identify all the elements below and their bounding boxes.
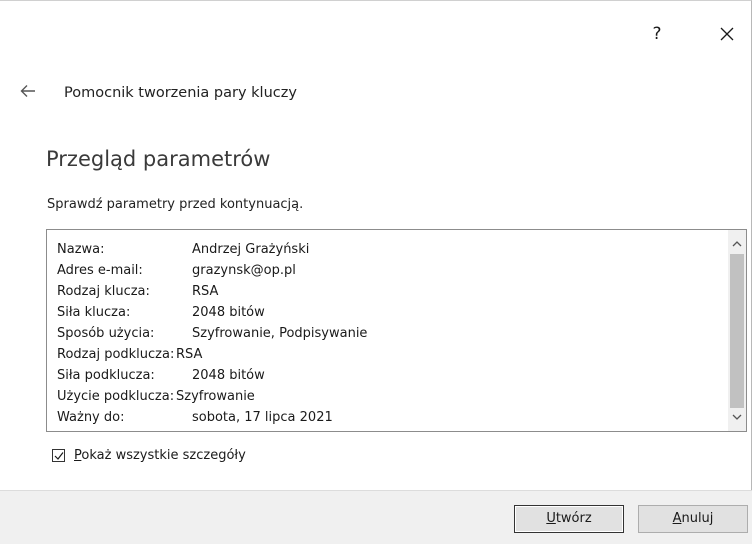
scroll-up-button[interactable] [728, 236, 746, 253]
close-button[interactable] [714, 21, 740, 47]
summary-row-key-type: Rodzaj klucza: RSA [57, 281, 716, 302]
parameters-summary-box[interactable]: Nazwa: Andrzej Grażyński Adres e-mail: g… [46, 229, 747, 432]
summary-row-name: Nazwa: Andrzej Grażyński [57, 239, 716, 260]
scrollbar-thumb[interactable] [730, 254, 744, 408]
wizard-title: Pomocnik tworzenia pary kluczy [64, 85, 297, 101]
summary-row-email: Adres e-mail: grazynsk@op.pl [57, 260, 716, 281]
summary-label: Ważny do: [57, 410, 125, 425]
accelerator-key: U [546, 511, 556, 526]
summary-value: 2048 bitów [192, 368, 265, 383]
instruction-text: Sprawdź parametry przed kontynuacją. [47, 197, 304, 212]
summary-row-subkey-type: Rodzaj podklucza: RSA [57, 344, 716, 365]
button-footer: Utwórz Anuluj [0, 490, 752, 544]
vertical-scrollbar[interactable] [728, 230, 746, 431]
summary-label: Rodzaj klucza: [57, 284, 150, 299]
summary-label: Adres e-mail: [57, 263, 143, 278]
summary-label: Rodzaj podklucza: [57, 347, 175, 362]
arrow-left-icon [20, 85, 35, 97]
create-button[interactable]: Utwórz [514, 505, 624, 533]
summary-label: Siła klucza: [57, 305, 131, 320]
label-text: okaż wszystkie szczegóły [81, 448, 246, 463]
show-details-label[interactable]: Pokaż wszystkie szczegóły [74, 448, 246, 463]
summary-value: Andrzej Grażyński [192, 242, 310, 257]
summary-value: 2048 bitów [192, 305, 265, 320]
chevron-up-icon [732, 241, 742, 247]
summary-row-key-strength: Siła klucza: 2048 bitów [57, 302, 716, 323]
summary-value: RSA [192, 284, 219, 299]
summary-row-valid-until: Ważny do: sobota, 17 lipca 2021 [57, 407, 716, 428]
chevron-down-icon [732, 414, 742, 420]
summary-rows: Nazwa: Andrzej Grażyński Adres e-mail: g… [57, 239, 716, 428]
summary-value: Szyfrowanie [176, 389, 255, 404]
summary-row-usage: Sposób użycia: Szyfrowanie, Podpisywanie [57, 323, 716, 344]
page-title: Przegląd parametrów [46, 147, 271, 171]
back-button[interactable] [18, 81, 38, 101]
summary-value: RSA [176, 347, 203, 362]
summary-row-subkey-usage: Użycie podklucza: Szyfrowanie [57, 386, 716, 407]
summary-label: Sposób użycia: [57, 326, 155, 341]
close-icon [720, 27, 734, 41]
summary-label: Nazwa: [57, 242, 105, 257]
summary-label: Siła podklucza: [57, 368, 155, 383]
show-details-checkbox[interactable] [52, 449, 65, 462]
summary-value: sobota, 17 lipca 2021 [192, 410, 333, 425]
summary-row-subkey-strength: Siła podklucza: 2048 bitów [57, 365, 716, 386]
checkmark-icon [54, 452, 64, 460]
button-label: twórz [555, 511, 592, 526]
summary-value: grazynsk@op.pl [192, 263, 296, 278]
key-pair-wizard-dialog: ? Pomocnik tworzenia pary kluczy Przeglą… [0, 0, 752, 544]
summary-label: Użycie podklucza: [57, 389, 175, 404]
button-label: nuluj [681, 511, 714, 526]
scroll-down-button[interactable] [728, 410, 746, 427]
help-button[interactable]: ? [646, 21, 668, 47]
summary-value: Szyfrowanie, Podpisywanie [192, 326, 368, 341]
cancel-button[interactable]: Anuluj [638, 505, 748, 533]
